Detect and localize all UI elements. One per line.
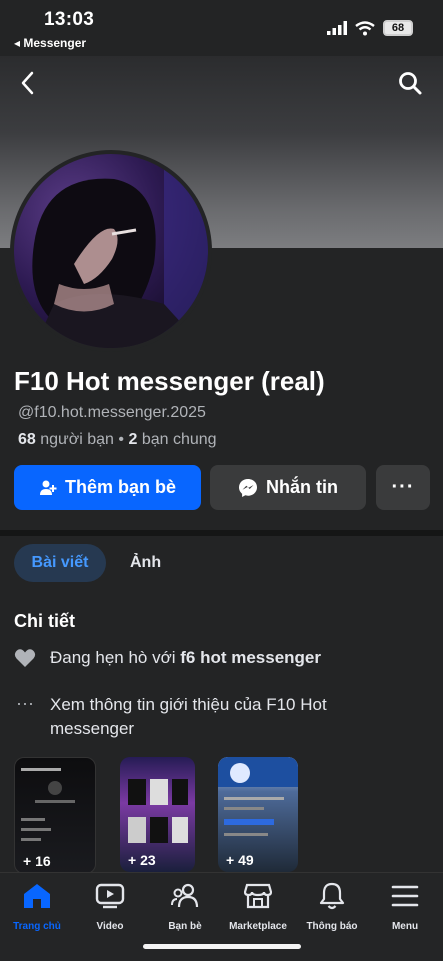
menu-icon — [391, 885, 419, 907]
add-friend-icon — [39, 480, 57, 495]
mutual-friends-label: bạn chung — [141, 431, 217, 448]
photo-count: + 23 — [128, 852, 156, 868]
separator-dot: • — [118, 431, 129, 448]
back-to-messenger-link[interactable]: ◂ Messenger — [14, 36, 86, 50]
tab-posts[interactable]: Bài viết — [14, 544, 106, 582]
friends-count: 68 — [18, 431, 36, 448]
friends-summary[interactable]: 68 người bạn • 2 bạn chung — [18, 431, 217, 449]
nav-friends-label: Bạn bè — [168, 921, 202, 932]
add-friend-button[interactable]: Thêm bạn bè — [14, 465, 201, 510]
status-time: 13:03 — [44, 9, 95, 30]
home-indicator[interactable] — [143, 944, 301, 949]
nav-home[interactable]: Trang chủ — [0, 881, 77, 932]
marketplace-icon — [244, 883, 272, 909]
nav-notifications-label: Thông báo — [306, 921, 358, 932]
signal-icon — [327, 21, 347, 35]
nav-marketplace-label: Marketplace — [229, 921, 287, 932]
heart-icon — [14, 648, 36, 673]
tab-photos[interactable]: Ảnh — [130, 544, 161, 582]
bell-icon — [319, 882, 345, 910]
profile-avatar[interactable] — [10, 150, 212, 352]
mutual-friends-count: 2 — [128, 431, 138, 448]
back-arrow-icon[interactable] — [16, 70, 42, 96]
photo-thumbnail[interactable]: + 23 — [120, 757, 195, 872]
details-title: Chi tiết — [14, 611, 75, 631]
avatar-illustration — [32, 154, 208, 348]
status-icons: 68 — [327, 20, 413, 36]
nav-menu-label: Menu — [391, 921, 419, 932]
photo-thumbnail[interactable]: + 16 — [14, 757, 96, 874]
photo-thumbnail[interactable]: + 49 — [218, 757, 298, 872]
nav-video-label: Video — [96, 921, 124, 932]
profile-name: F10 Hot messenger (real) — [14, 366, 325, 396]
add-friend-label: Thêm bạn bè — [64, 477, 176, 497]
friends-label: người bạn — [40, 431, 114, 448]
nav-menu[interactable]: Menu — [365, 881, 443, 932]
nav-notifications[interactable]: Thông báo — [292, 881, 372, 932]
search-icon[interactable] — [397, 70, 423, 96]
nav-friends[interactable]: Bạn bè — [145, 881, 225, 932]
photo-count: + 49 — [226, 852, 254, 868]
wifi-icon — [355, 20, 375, 35]
status-bar: 13:03 ◂ Messenger 68 — [0, 0, 443, 56]
about-link[interactable]: Xem thông tin giới thiệu của F10 Hot mes… — [50, 693, 414, 741]
more-dots-icon: ··· — [16, 693, 34, 713]
photo-count: + 16 — [23, 853, 51, 869]
relationship-partner[interactable]: f6 hot messenger — [180, 648, 321, 667]
home-icon — [24, 884, 50, 908]
nav-home-label: Trang chủ — [13, 921, 61, 932]
profile-username: @f10.hot.messenger.2025 — [18, 404, 206, 421]
video-icon — [95, 883, 125, 909]
message-label: Nhắn tin — [266, 477, 338, 497]
about-detail[interactable]: ··· Xem thông tin giới thiệu của F10 Hot… — [14, 693, 414, 741]
relationship-detail[interactable]: Đang hẹn hò với f6 hot messenger — [14, 648, 321, 673]
nav-marketplace[interactable]: Marketplace — [218, 881, 298, 932]
messenger-icon — [239, 478, 257, 497]
message-button[interactable]: Nhắn tin — [210, 465, 366, 510]
friends-icon — [171, 883, 199, 908]
more-options-button[interactable]: ··· — [376, 465, 430, 510]
avatar-photo — [14, 154, 208, 348]
nav-video[interactable]: Video — [70, 881, 150, 932]
relationship-prefix: Đang hẹn hò với — [50, 648, 181, 667]
battery-indicator: 68 — [383, 20, 413, 36]
section-divider — [0, 530, 443, 536]
